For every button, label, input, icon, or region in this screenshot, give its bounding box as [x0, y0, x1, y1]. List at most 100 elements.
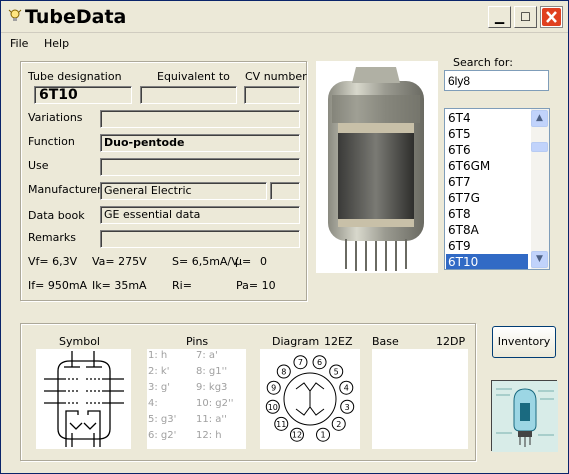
pins-label: Pins [186, 335, 209, 348]
variations-label: Variations [28, 111, 83, 124]
manufacturer-extra-field[interactable] [270, 182, 300, 200]
base-label: Base [372, 335, 399, 348]
pin-diagram: 123456789101112 [265, 355, 355, 442]
duo-pentode-symbol [44, 351, 124, 447]
pin-entry: 3: g' [148, 382, 171, 393]
remarks-field[interactable] [100, 230, 300, 248]
close-icon [542, 8, 561, 26]
svg-text:9: 9 [271, 384, 276, 393]
data-book-label: Data book [28, 209, 85, 222]
pin-entry: 1: h [148, 350, 168, 361]
svg-text:10: 10 [268, 403, 278, 412]
tube-list-item[interactable]: 6T5 [446, 126, 528, 142]
vacuum-tube-image [328, 67, 424, 271]
cv-label: CV number [245, 70, 307, 83]
tube-list-item[interactable]: 6T6GM [446, 158, 528, 174]
diagram-label: Diagram [272, 335, 320, 348]
pin-entry: 7: a' [196, 350, 218, 361]
pin-entry: 9: kg3 [196, 382, 228, 393]
designation-label: Tube designation [28, 70, 122, 83]
pin-entry: 8: g1'' [196, 366, 228, 377]
manufacturer-label: Manufacturer [28, 183, 102, 196]
svg-text:4: 4 [344, 384, 349, 393]
minimize-button[interactable]: ▁ [488, 6, 511, 28]
search-label: Search for: [453, 56, 513, 69]
scroll-up-button[interactable]: ▲ [531, 110, 548, 127]
if-value: If= 950mA [28, 279, 88, 292]
menu-file[interactable]: File [10, 37, 28, 50]
diagram-pin: 11 [274, 416, 289, 431]
tube-list-item[interactable]: 6T8 [446, 206, 528, 222]
scroll-down-button[interactable]: ▼ [531, 251, 548, 268]
logo-icon [492, 381, 558, 452]
scroll-thumb[interactable] [531, 142, 548, 152]
pin-entry: 4: [148, 398, 158, 409]
pin-diagram-box: 1 2 3 4 5 6 7 8 9 10 11 12 [260, 349, 360, 449]
equivalent-label: Equivalent to [157, 70, 230, 83]
diagram-pin: 9 [266, 380, 281, 395]
maximize-button[interactable]: ☐ [514, 6, 537, 28]
diagram-code: 12EZ [324, 335, 353, 348]
diagram-pin: 1 [316, 427, 331, 442]
chevron-up-icon: ▲ [536, 113, 543, 123]
pins-box: 1: h 7: a' 2: k' 8: g1'' 3: g' 9: kg3 4: 10: g2… [147, 349, 246, 449]
inventory-button[interactable]: Inventory [492, 326, 556, 358]
menu-help[interactable]: Help [44, 37, 69, 50]
pin-entry: 10: g2'' [196, 398, 234, 409]
designation-field[interactable]: 6T10 [34, 86, 132, 104]
base-code: 12DP [436, 335, 466, 348]
manufacturer-field[interactable]: General Electric [100, 182, 267, 200]
pin-entry: 12: h [196, 430, 222, 441]
maximize-icon: ☐ [520, 10, 531, 24]
menu-bar: File Help [1, 34, 568, 54]
tube-photo [316, 61, 438, 273]
tube-list-item[interactable]: 6T7 [446, 174, 528, 190]
use-label: Use [28, 159, 49, 172]
tube-list-item[interactable]: 6T7G [446, 190, 528, 206]
cv-number-field[interactable] [244, 86, 300, 104]
pa-value: Pa= 10 [236, 279, 276, 292]
svg-text:11: 11 [276, 420, 286, 429]
svg-text:7: 7 [298, 358, 303, 367]
diagram-pin: 12 [289, 427, 304, 442]
function-field[interactable]: Duo-pentode [100, 134, 300, 152]
svg-text:1: 1 [320, 431, 325, 440]
va-value: Va= 275V [92, 255, 147, 268]
diagram-pin: 2 [331, 416, 346, 431]
diagram-pin: 8 [276, 364, 291, 379]
vf-value: Vf= 6,3V [28, 255, 78, 268]
tube-list-item[interactable]: 6T10 [446, 254, 528, 269]
pin-entry: 11: a'' [196, 414, 227, 425]
svg-text:6: 6 [317, 358, 322, 367]
chevron-down-icon: ▼ [536, 254, 543, 264]
list-scrollbar[interactable]: ▲ ▼ [531, 109, 549, 269]
search-input[interactable] [444, 70, 549, 91]
function-label: Function [28, 135, 75, 148]
equivalent-field[interactable] [140, 86, 237, 104]
svg-text:12: 12 [292, 431, 302, 440]
minimize-icon: ▁ [494, 10, 505, 24]
symbol-label: Symbol [59, 335, 100, 348]
title-bar[interactable]: TubeData ▁ ☐ [1, 1, 568, 33]
tube-symbol-box [36, 349, 131, 449]
main-window: TubeData ▁ ☐ File Help Tube designation … [0, 0, 569, 474]
data-book-field[interactable]: GE essential data [100, 206, 300, 224]
diagram-pin: 5 [329, 364, 344, 379]
tube-list-item[interactable]: 6T6 [446, 142, 528, 158]
variations-field[interactable] [100, 110, 300, 128]
tube-list-item[interactable]: 6T4 [446, 110, 528, 126]
close-button[interactable] [540, 6, 563, 28]
svg-text:2: 2 [336, 420, 341, 429]
window-title: TubeData [25, 6, 127, 28]
mu-label: µ= [235, 255, 252, 268]
tube-list-item[interactable]: 6T8A [446, 222, 528, 238]
lightbulb-icon [8, 9, 22, 21]
tube-list-item[interactable]: 6T9 [446, 238, 528, 254]
tube-listbox[interactable]: 6T4 6T5 6T6 6T6GM 6T7 6T7G 6T8 6T8A 6T9 6T10 ▲ ▼ [444, 108, 550, 270]
pin-entry: 2: k' [148, 366, 170, 377]
diagram-pin: 7 [293, 355, 308, 370]
tubedata-logo [491, 380, 558, 452]
use-field[interactable] [100, 158, 300, 176]
remarks-label: Remarks [28, 231, 76, 244]
diagram-pin: 4 [339, 380, 354, 395]
